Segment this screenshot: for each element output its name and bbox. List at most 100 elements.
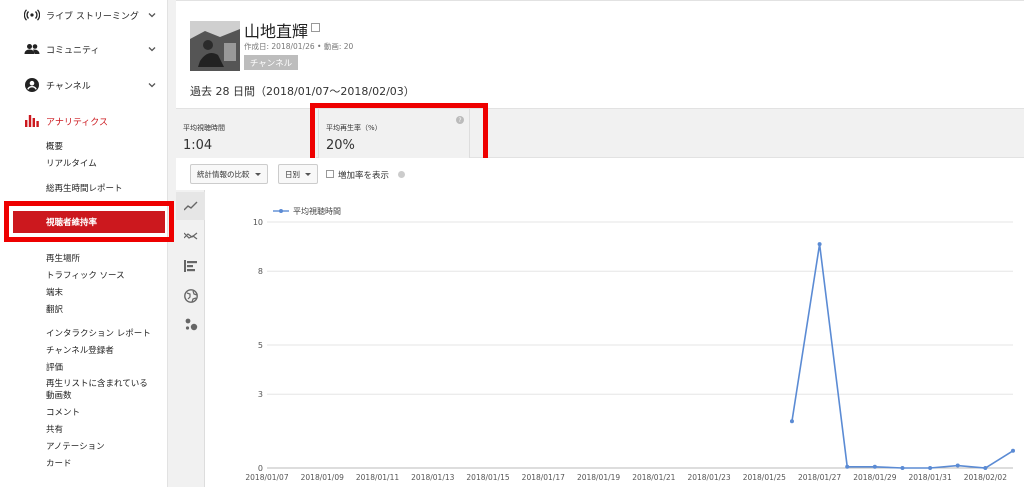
metrics-row: 平均視聴時間 1:04 平均再生率（%） 20% xyxy=(176,108,1024,159)
metric-value: 1:04 xyxy=(183,138,213,153)
channel-meta: 作成日: 2018/01/26 • 動画: 20 xyxy=(244,42,354,51)
compare-metric-dropdown[interactable]: 統計情報の比較 xyxy=(190,164,268,184)
people-icon xyxy=(24,41,40,57)
sidebar: ライブ ストリーミング コミュニティ チャンネル アナリティクス 概要 リアルタ… xyxy=(0,0,174,487)
metric-title: 平均視聴時間 xyxy=(183,124,225,132)
bar-chart-icon xyxy=(24,113,40,129)
sidebar-sub-watch-time[interactable]: 総再生時間レポート xyxy=(46,184,123,195)
sidebar-sub-playlists-line2[interactable]: 動画数 xyxy=(46,391,72,402)
sidebar-item-analytics[interactable]: アナリティクス xyxy=(0,106,168,136)
granularity-dropdown[interactable]: 日別 xyxy=(278,164,318,184)
sidebar-sub-annotations[interactable]: アノテーション xyxy=(46,442,105,453)
sidebar-sub-realtime[interactable]: リアルタイム xyxy=(46,159,97,170)
x-tick-label: 2018/01/25 xyxy=(743,473,786,482)
date-range: 過去 28 日間（2018/01/07〜2018/02/03） xyxy=(190,85,415,98)
sidebar-item-community[interactable]: コミュニティ xyxy=(0,34,168,64)
data-point xyxy=(983,466,988,470)
x-tick-label: 2018/01/09 xyxy=(301,473,344,482)
data-point xyxy=(1011,448,1015,453)
x-tick-label: 2018/01/23 xyxy=(687,473,730,482)
sidebar-item-label: コミュニティ xyxy=(46,45,100,56)
sidebar-sub-overview[interactable]: 概要 xyxy=(46,142,63,153)
legend-marker xyxy=(279,209,283,213)
data-point xyxy=(817,242,822,247)
show-growth-label[interactable]: 増加率を表示 xyxy=(338,169,389,181)
highlight-box xyxy=(4,201,174,242)
sidebar-item-label: アナリティクス xyxy=(46,117,109,128)
line-chart: 10 8 5 3 0 2018/01/07 2018/01/09 2018/01/11 2018… xyxy=(205,190,1024,487)
chevron-down-icon[interactable] xyxy=(148,45,156,53)
dropdown-label: 日別 xyxy=(285,169,300,179)
data-point xyxy=(928,466,933,470)
highlight-box xyxy=(310,103,488,163)
data-point xyxy=(845,464,850,469)
data-point xyxy=(900,466,905,470)
multi-line-chart-button[interactable] xyxy=(176,222,205,250)
x-tick-label: 2018/01/13 xyxy=(411,473,454,482)
y-tick-label: 10 xyxy=(253,218,263,227)
sidebar-item-label: ライブ ストリーミング xyxy=(46,11,139,22)
x-tick-label: 2018/01/31 xyxy=(908,473,951,482)
line-chart-icon xyxy=(183,201,197,211)
multi-line-chart-icon xyxy=(183,232,197,240)
sidebar-sub-translations[interactable]: 翻訳 xyxy=(46,305,63,316)
chart-svg: 10 8 5 3 02018/01/07 2018/01/09 2018/01/11 2018… xyxy=(245,206,1015,482)
x-tick-label: 2018/01/29 xyxy=(853,473,896,482)
y-tick-label: 5 xyxy=(258,341,263,350)
external-link-icon[interactable] xyxy=(311,23,320,32)
sidebar-sub-devices[interactable]: 端末 xyxy=(46,288,63,299)
sidebar-sub-interaction-reports[interactable]: インタラクション レポート xyxy=(46,329,151,340)
x-tick-label: 2018/01/27 xyxy=(798,473,841,482)
channel-header: 山地直輝 作成日: 2018/01/26 • 動画: 20 チャンネル 過去 2… xyxy=(176,0,1024,108)
y-tick-label: 3 xyxy=(258,390,263,399)
sidebar-item-live-streaming[interactable]: ライブ ストリーミング xyxy=(0,0,168,30)
data-point xyxy=(955,463,960,468)
horizontal-bar-icon xyxy=(183,260,197,272)
broadcast-icon xyxy=(24,7,40,23)
sidebar-sub-playback-locations[interactable]: 再生場所 xyxy=(46,254,80,265)
x-tick-label: 2018/01/15 xyxy=(466,473,509,482)
chevron-down-icon[interactable] xyxy=(148,81,156,89)
account-circle-icon xyxy=(24,77,40,93)
sidebar-sub-ratings[interactable]: 評価 xyxy=(46,363,63,374)
x-tick-label: 2018/01/21 xyxy=(632,473,675,482)
series-line xyxy=(791,244,1014,469)
sidebar-item-channel[interactable]: チャンネル xyxy=(0,70,168,100)
globe-icon xyxy=(183,289,198,303)
x-tick-label: 2018/01/19 xyxy=(577,473,620,482)
show-growth-checkbox[interactable] xyxy=(326,170,334,178)
sidebar-sub-comments[interactable]: コメント xyxy=(46,408,80,419)
bubble-chart-button[interactable] xyxy=(176,310,205,338)
channel-name[interactable]: 山地直輝 xyxy=(244,18,308,42)
metric-avg-view-duration[interactable]: 平均視聴時間 1:04 xyxy=(176,109,316,159)
x-tick-label: 2018/01/07 xyxy=(245,473,288,482)
data-point xyxy=(789,419,794,424)
legend-label: 平均視聴時間 xyxy=(293,206,341,216)
channel-avatar[interactable] xyxy=(190,21,240,71)
x-tick-label: 2018/02/02 xyxy=(964,473,1007,482)
y-tick-label: 8 xyxy=(258,267,263,276)
x-tick-label: 2018/01/11 xyxy=(356,473,399,482)
chevron-down-icon[interactable] xyxy=(148,11,156,19)
dropdown-label: 統計情報の比較 xyxy=(197,169,250,179)
sidebar-sub-traffic-sources[interactable]: トラフィック ソース xyxy=(46,271,125,282)
sidebar-sub-cards[interactable]: カード xyxy=(46,459,72,470)
data-point xyxy=(872,464,877,469)
sidebar-sub-playlists-line1[interactable]: 再生リストに含まれている xyxy=(46,379,148,390)
help-icon[interactable] xyxy=(398,171,405,178)
sidebar-item-label: チャンネル xyxy=(46,81,91,92)
sidebar-sub-sharing[interactable]: 共有 xyxy=(46,425,63,436)
sidebar-sub-subscribers[interactable]: チャンネル登録者 xyxy=(46,346,114,357)
y-tick-label: 0 xyxy=(258,464,263,473)
caret-down-icon xyxy=(254,172,261,176)
bar-chart-button[interactable] xyxy=(176,252,205,280)
chart-type-toolbar xyxy=(176,190,205,487)
caret-down-icon xyxy=(305,172,311,176)
channel-badge[interactable]: チャンネル xyxy=(244,55,298,70)
bubble-icon xyxy=(185,318,197,331)
main-panel: 山地直輝 作成日: 2018/01/26 • 動画: 20 チャンネル 過去 2… xyxy=(176,0,1024,487)
chart-toolbar: 統計情報の比較 日別 増加率を表示 xyxy=(176,158,1024,190)
map-button[interactable] xyxy=(176,282,205,310)
x-tick-label: 2018/01/17 xyxy=(522,473,565,482)
line-chart-button[interactable] xyxy=(176,192,205,220)
